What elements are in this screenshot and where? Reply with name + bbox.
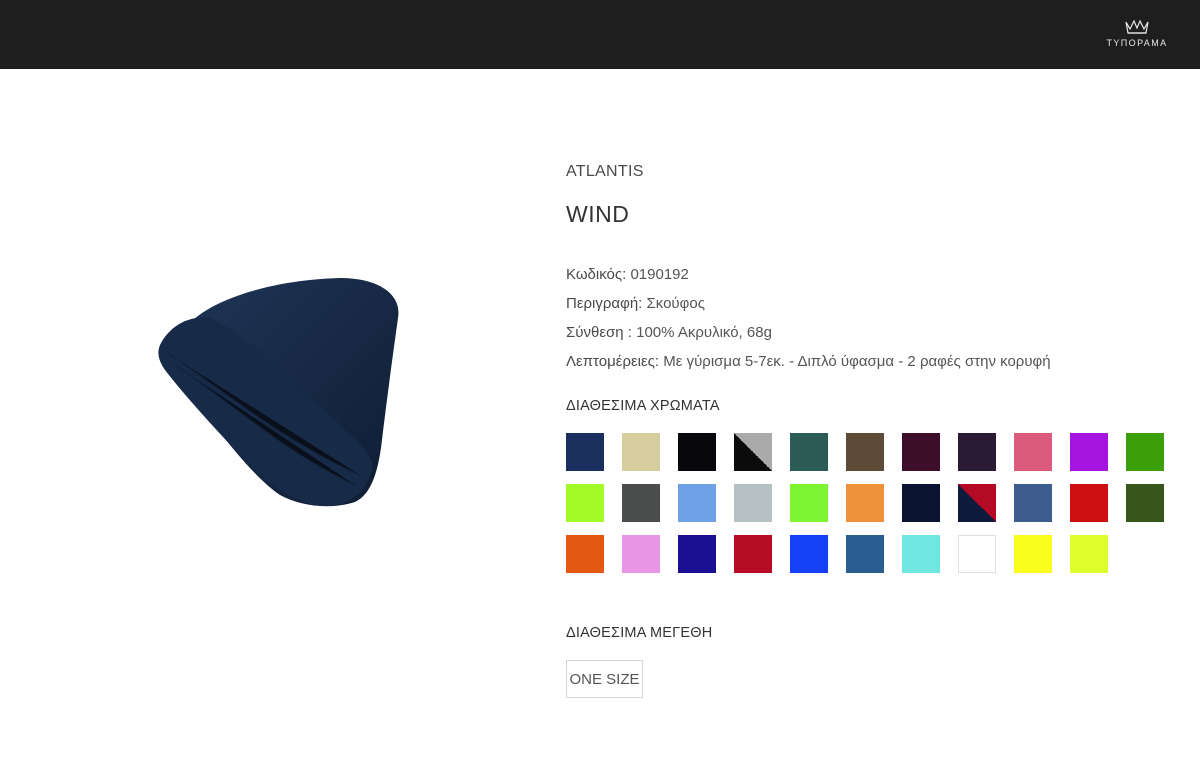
color-swatch[interactable]: [1126, 484, 1164, 522]
color-swatch[interactable]: [1014, 433, 1052, 471]
color-swatch[interactable]: [902, 535, 940, 573]
color-swatch[interactable]: [790, 433, 828, 471]
color-swatch[interactable]: [958, 433, 996, 471]
color-swatch[interactable]: [846, 484, 884, 522]
color-swatch[interactable]: [734, 484, 772, 522]
product-specs: Κωδικός: 0190192 Περιγραφή: Σκούφος Σύνθ…: [566, 260, 1051, 376]
spec-label: Κωδικός:: [566, 266, 627, 283]
spec-value: Σκούφος: [642, 295, 705, 312]
color-swatch[interactable]: [566, 535, 604, 573]
color-swatch[interactable]: [622, 433, 660, 471]
color-swatch[interactable]: [734, 433, 772, 471]
color-swatch[interactable]: [958, 484, 996, 522]
logo[interactable]: ΤΥΠΟΡΑΜΑ: [1100, 18, 1174, 52]
spec-label: Περιγραφή:: [566, 295, 643, 312]
product-title: WIND: [566, 201, 630, 227]
spec-details: Λεπτομέρειες: Με γύρισμα 5-7εκ. - Διπλό …: [566, 347, 1051, 376]
crown-icon: [1125, 19, 1149, 34]
size-option-one-size[interactable]: ONE SIZE: [566, 660, 643, 698]
top-bar: ΤΥΠΟΡΑΜΑ: [0, 0, 1200, 69]
logo-text: ΤΥΠΟΡΑΜΑ: [1106, 38, 1168, 48]
color-swatch[interactable]: [678, 535, 716, 573]
color-swatch[interactable]: [1070, 433, 1108, 471]
color-swatch[interactable]: [734, 535, 772, 573]
color-swatch[interactable]: [902, 433, 940, 471]
spec-description: Περιγραφή: Σκούφος: [566, 289, 1051, 318]
color-swatch[interactable]: [958, 535, 996, 573]
spec-label: Λεπτομέρειες:: [566, 353, 660, 370]
spec-value: 100% Ακρυλικό, 68g: [631, 324, 772, 341]
sizes-heading: ΔΙΑΘΕΣΙΜΑ ΜΕΓΕΘΗ: [566, 625, 713, 641]
colors-heading: ΔΙΑΘΕΣΙΜΑ ΧΡΩΜΑΤΑ: [566, 398, 720, 414]
color-swatch[interactable]: [678, 433, 716, 471]
spec-label: Σύνθεση :: [566, 324, 632, 341]
color-swatch[interactable]: [566, 484, 604, 522]
spec-value: 0190192: [626, 266, 689, 283]
color-swatch[interactable]: [1126, 433, 1164, 471]
product-brand: ATLANTIS: [566, 163, 644, 180]
color-swatch[interactable]: [790, 535, 828, 573]
color-swatch[interactable]: [790, 484, 828, 522]
product-image: [150, 270, 410, 520]
color-swatch[interactable]: [1014, 535, 1052, 573]
color-swatch[interactable]: [902, 484, 940, 522]
color-swatch[interactable]: [1014, 484, 1052, 522]
color-swatch[interactable]: [1070, 484, 1108, 522]
color-swatch[interactable]: [622, 484, 660, 522]
spec-code: Κωδικός: 0190192: [566, 260, 1051, 289]
beanie-image: [158, 278, 399, 507]
color-swatch[interactable]: [846, 433, 884, 471]
color-swatch[interactable]: [1070, 535, 1108, 573]
color-swatch[interactable]: [846, 535, 884, 573]
color-swatch[interactable]: [566, 433, 604, 471]
spec-composition: Σύνθεση : 100% Ακρυλικό, 68g: [566, 318, 1051, 347]
color-swatch[interactable]: [678, 484, 716, 522]
color-swatch[interactable]: [622, 535, 660, 573]
spec-value: Με γύρισμα 5-7εκ. - Διπλό ύφασμα - 2 ραφ…: [659, 353, 1051, 370]
